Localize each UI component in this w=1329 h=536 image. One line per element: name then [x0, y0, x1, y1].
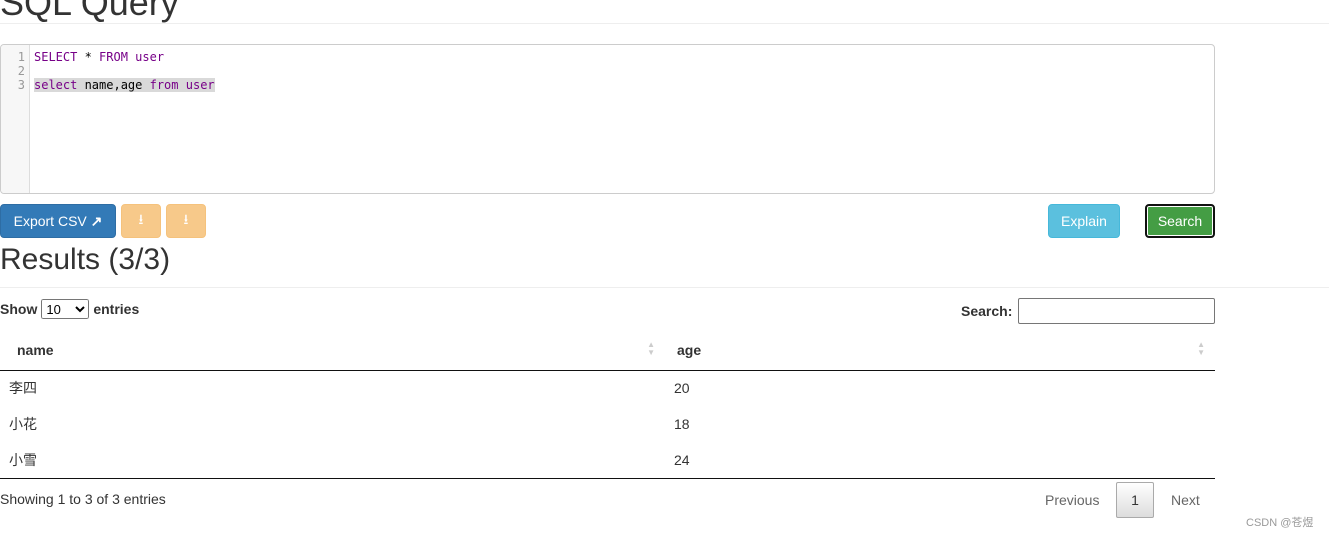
- column-label: age: [677, 341, 702, 358]
- table-row: 小雪 24: [0, 442, 1215, 479]
- previous-button[interactable]: Previous: [1045, 492, 1099, 508]
- sql-editor[interactable]: 1 2 3 SELECT * FROM user select name,age…: [0, 44, 1215, 194]
- code-text: *: [77, 50, 100, 64]
- show-label: Show: [0, 301, 38, 317]
- column-header-name[interactable]: name ▲ ▼: [0, 330, 665, 371]
- keyword: from: [149, 78, 179, 92]
- line-number: 1: [17, 50, 25, 64]
- code-line-1: SELECT * FROM user: [34, 50, 215, 64]
- code-text: user: [127, 50, 165, 64]
- cell-name: 小雪: [0, 442, 665, 479]
- page-1-button[interactable]: 1: [1116, 482, 1154, 518]
- table-info: Showing 1 to 3 of 3 entries: [0, 491, 166, 507]
- search-label: Search:: [961, 303, 1013, 319]
- cell-name: 李四: [9, 380, 37, 397]
- page-length-select[interactable]: 10: [41, 299, 90, 319]
- code-text: name,age: [77, 78, 150, 92]
- share-square-icon: ↗: [90, 212, 103, 229]
- line-gutter: 1 2 3: [1, 45, 30, 193]
- download-all-icon: ⭳: [183, 211, 189, 227]
- page-title: SQL Query: [0, 0, 179, 23]
- line-number: 3: [17, 78, 25, 92]
- explain-button[interactable]: Explain: [1048, 204, 1120, 238]
- cell-age: 18: [674, 416, 690, 432]
- entries-label: entries: [93, 301, 140, 317]
- table-row: 小花 18: [0, 406, 1215, 442]
- download-all-button[interactable]: ⭳: [166, 204, 206, 238]
- sort-icon: ▲ ▼: [1197, 340, 1205, 357]
- download-icon: ⭳: [138, 211, 144, 227]
- column-header-age[interactable]: age ▲ ▼: [665, 330, 1215, 371]
- line-number: 2: [17, 64, 25, 78]
- page-length-control: Show 10 entries: [0, 299, 139, 319]
- results-title: Results (3/3): [0, 243, 171, 276]
- sort-icon: ▲ ▼: [647, 340, 655, 357]
- keyword: SELECT: [34, 50, 78, 64]
- search-input[interactable]: [1018, 298, 1215, 324]
- code-line-3: select name,age from user: [34, 78, 215, 92]
- cell-age: 24: [665, 442, 1215, 479]
- search-button[interactable]: Search: [1145, 204, 1215, 238]
- next-button[interactable]: Next: [1171, 492, 1200, 508]
- divider: [0, 287, 1329, 288]
- watermark: CSDN @苍煜: [1246, 517, 1314, 529]
- column-label: name: [17, 341, 54, 358]
- table-row: 李四 20: [0, 370, 1215, 406]
- keyword: FROM: [99, 50, 128, 64]
- download-button[interactable]: ⭳: [121, 204, 161, 238]
- code-area[interactable]: SELECT * FROM user select name,age from …: [34, 50, 215, 92]
- export-label: Export CSV: [13, 213, 87, 229]
- results-table: name ▲ ▼ age ▲ ▼ 李四 20 小花 18 小雪 24: [0, 330, 1215, 479]
- divider: [0, 23, 1329, 24]
- cell-name: 小花: [9, 416, 37, 432]
- code-text: user: [178, 78, 215, 92]
- export-csv-button[interactable]: Export CSV ↗: [0, 204, 116, 238]
- keyword: select: [34, 78, 78, 92]
- cell-age: 20: [674, 380, 690, 397]
